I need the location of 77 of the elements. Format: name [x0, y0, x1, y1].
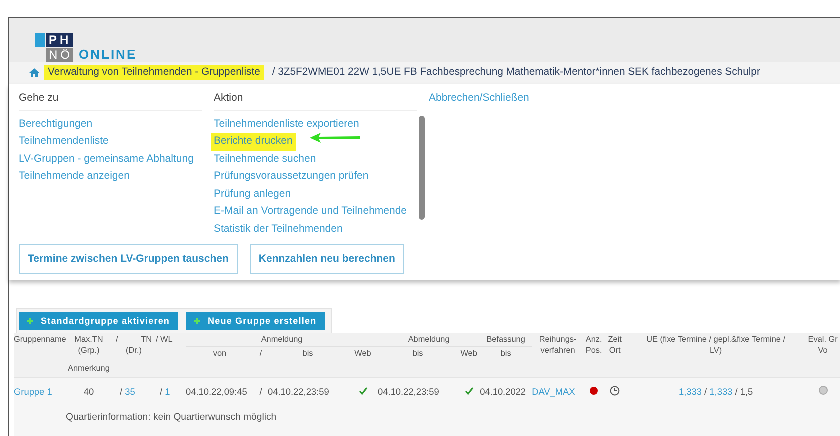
column-header: TN — [141, 334, 152, 345]
menu-link[interactable]: Berechtigungen — [16, 116, 96, 134]
column-header: / — [258, 348, 264, 359]
column-header: (Dr.) — [125, 344, 143, 356]
count-link[interactable]: 35 — [125, 386, 136, 397]
table-cell: 04.10.22,09:45 — [186, 386, 248, 397]
toolbar-button[interactable]: Neue Gruppe erstellen — [186, 312, 325, 330]
column-header: Ort — [608, 344, 622, 356]
menu-link[interactable]: Teilnehmende anzeigen — [16, 168, 133, 186]
table-cell: 40 — [84, 386, 94, 397]
column-title: Aktion — [214, 92, 417, 111]
home-icon[interactable] — [29, 68, 40, 78]
count-link[interactable]: 1 — [165, 386, 170, 397]
menu-link[interactable]: Statistik der Teilnehmenden — [211, 220, 346, 238]
separator-text: / — [160, 386, 163, 397]
plus-icon — [27, 318, 33, 324]
table-cell: 04.10.22,23:59 — [378, 386, 440, 397]
hours-link[interactable]: 1,333 — [710, 386, 733, 397]
table-cell: 04.10.2022 — [480, 386, 526, 397]
breadcrumb-text: / 3Z5F2WME01 22W 1,5UE FB Fachbesprechung Mathematik-Mentor*innen SEK fachbezogenes Schulpr — [271, 66, 762, 80]
menu-link[interactable]: Prüfung anlegen — [211, 186, 294, 204]
hours-link[interactable]: 1,333 — [678, 386, 702, 397]
menu-link[interactable]: Berichte drucken — [211, 133, 296, 151]
column-header: verfahren — [540, 344, 576, 356]
column-header: Web — [460, 348, 478, 359]
evaluation-icon — [818, 386, 828, 396]
column-header: Eval. Gr — [807, 334, 839, 345]
table-cell: 1,5 — [740, 386, 754, 397]
menu-link[interactable]: Teilnehmende suchen — [211, 150, 320, 168]
column-header: Zeit — [607, 334, 623, 345]
column-header: von — [212, 348, 228, 359]
pointer-arrow — [309, 132, 361, 144]
note-text: Quartierinformation: kein Quartierwunsch möglich — [66, 412, 277, 423]
logo-mark: NÖ — [46, 48, 73, 62]
column-header: Web — [354, 348, 372, 359]
column-header: / — [116, 334, 118, 345]
menu-link[interactable]: Teilnehmendenliste — [16, 133, 112, 151]
column-header: Reihungs- — [538, 334, 578, 345]
column-header: LV) — [708, 344, 724, 356]
action-button[interactable]: Termine zwischen LV-Gruppen tauschen — [19, 244, 238, 274]
column-header: Abmeldung — [407, 334, 451, 345]
logo-mark: PH — [46, 33, 73, 48]
column-header: Anmeldung — [260, 334, 304, 345]
menu-link[interactable]: LV-Gruppen - gemeinsame Abhaltung — [16, 150, 197, 168]
column-header: (Grp.) — [77, 344, 101, 356]
column-header: Max.TN — [74, 334, 104, 345]
separator-text: / — [735, 386, 738, 397]
separator-text: / — [120, 386, 123, 397]
separator-text: / — [704, 386, 708, 397]
action-button[interactable]: Kennzahlen neu berechnen — [250, 244, 404, 274]
logo-word: ONLINE — [79, 48, 138, 62]
column-header: UE (fixe Termine / gepl.&fixe Termine / — [646, 334, 787, 345]
column-header: Gruppenname — [14, 334, 66, 345]
column-header: Befassung — [486, 334, 526, 345]
column-header: bis — [302, 348, 314, 359]
cancel-link[interactable]: Abbrechen/Schließen — [429, 92, 530, 104]
check-icon — [358, 386, 368, 395]
menu-link[interactable]: Prüfungsvoraussetzungen prüfen — [211, 168, 372, 186]
column-header: / WL — [156, 334, 174, 345]
breadcrumb-link[interactable]: Verwaltung von Teilnehmenden - Gruppenliste — [44, 65, 264, 80]
separator-text: / — [260, 386, 262, 397]
table-cell: 04.10.22,23:59 — [268, 386, 330, 397]
check-icon — [464, 386, 474, 395]
toolbar-button[interactable]: Standardgruppe aktivieren — [19, 312, 178, 330]
column-header: Vo — [817, 344, 829, 356]
column-header: Anmerkung — [68, 362, 111, 374]
logo-square — [35, 33, 45, 48]
clock-icon[interactable] — [610, 386, 620, 396]
column-header: Anz. — [584, 334, 604, 345]
menu-link[interactable]: Teilnehmendenliste exportieren — [211, 116, 362, 134]
plus-icon — [194, 318, 200, 324]
column-title: Gehe zu — [19, 92, 202, 111]
column-header: Pos. — [584, 344, 604, 356]
column-header: bis — [412, 348, 424, 359]
scrollbar[interactable] — [419, 116, 425, 220]
column-header: bis — [500, 348, 512, 359]
menu-link[interactable]: E-Mail an Vortragende und Teilnehmende — [211, 203, 410, 221]
